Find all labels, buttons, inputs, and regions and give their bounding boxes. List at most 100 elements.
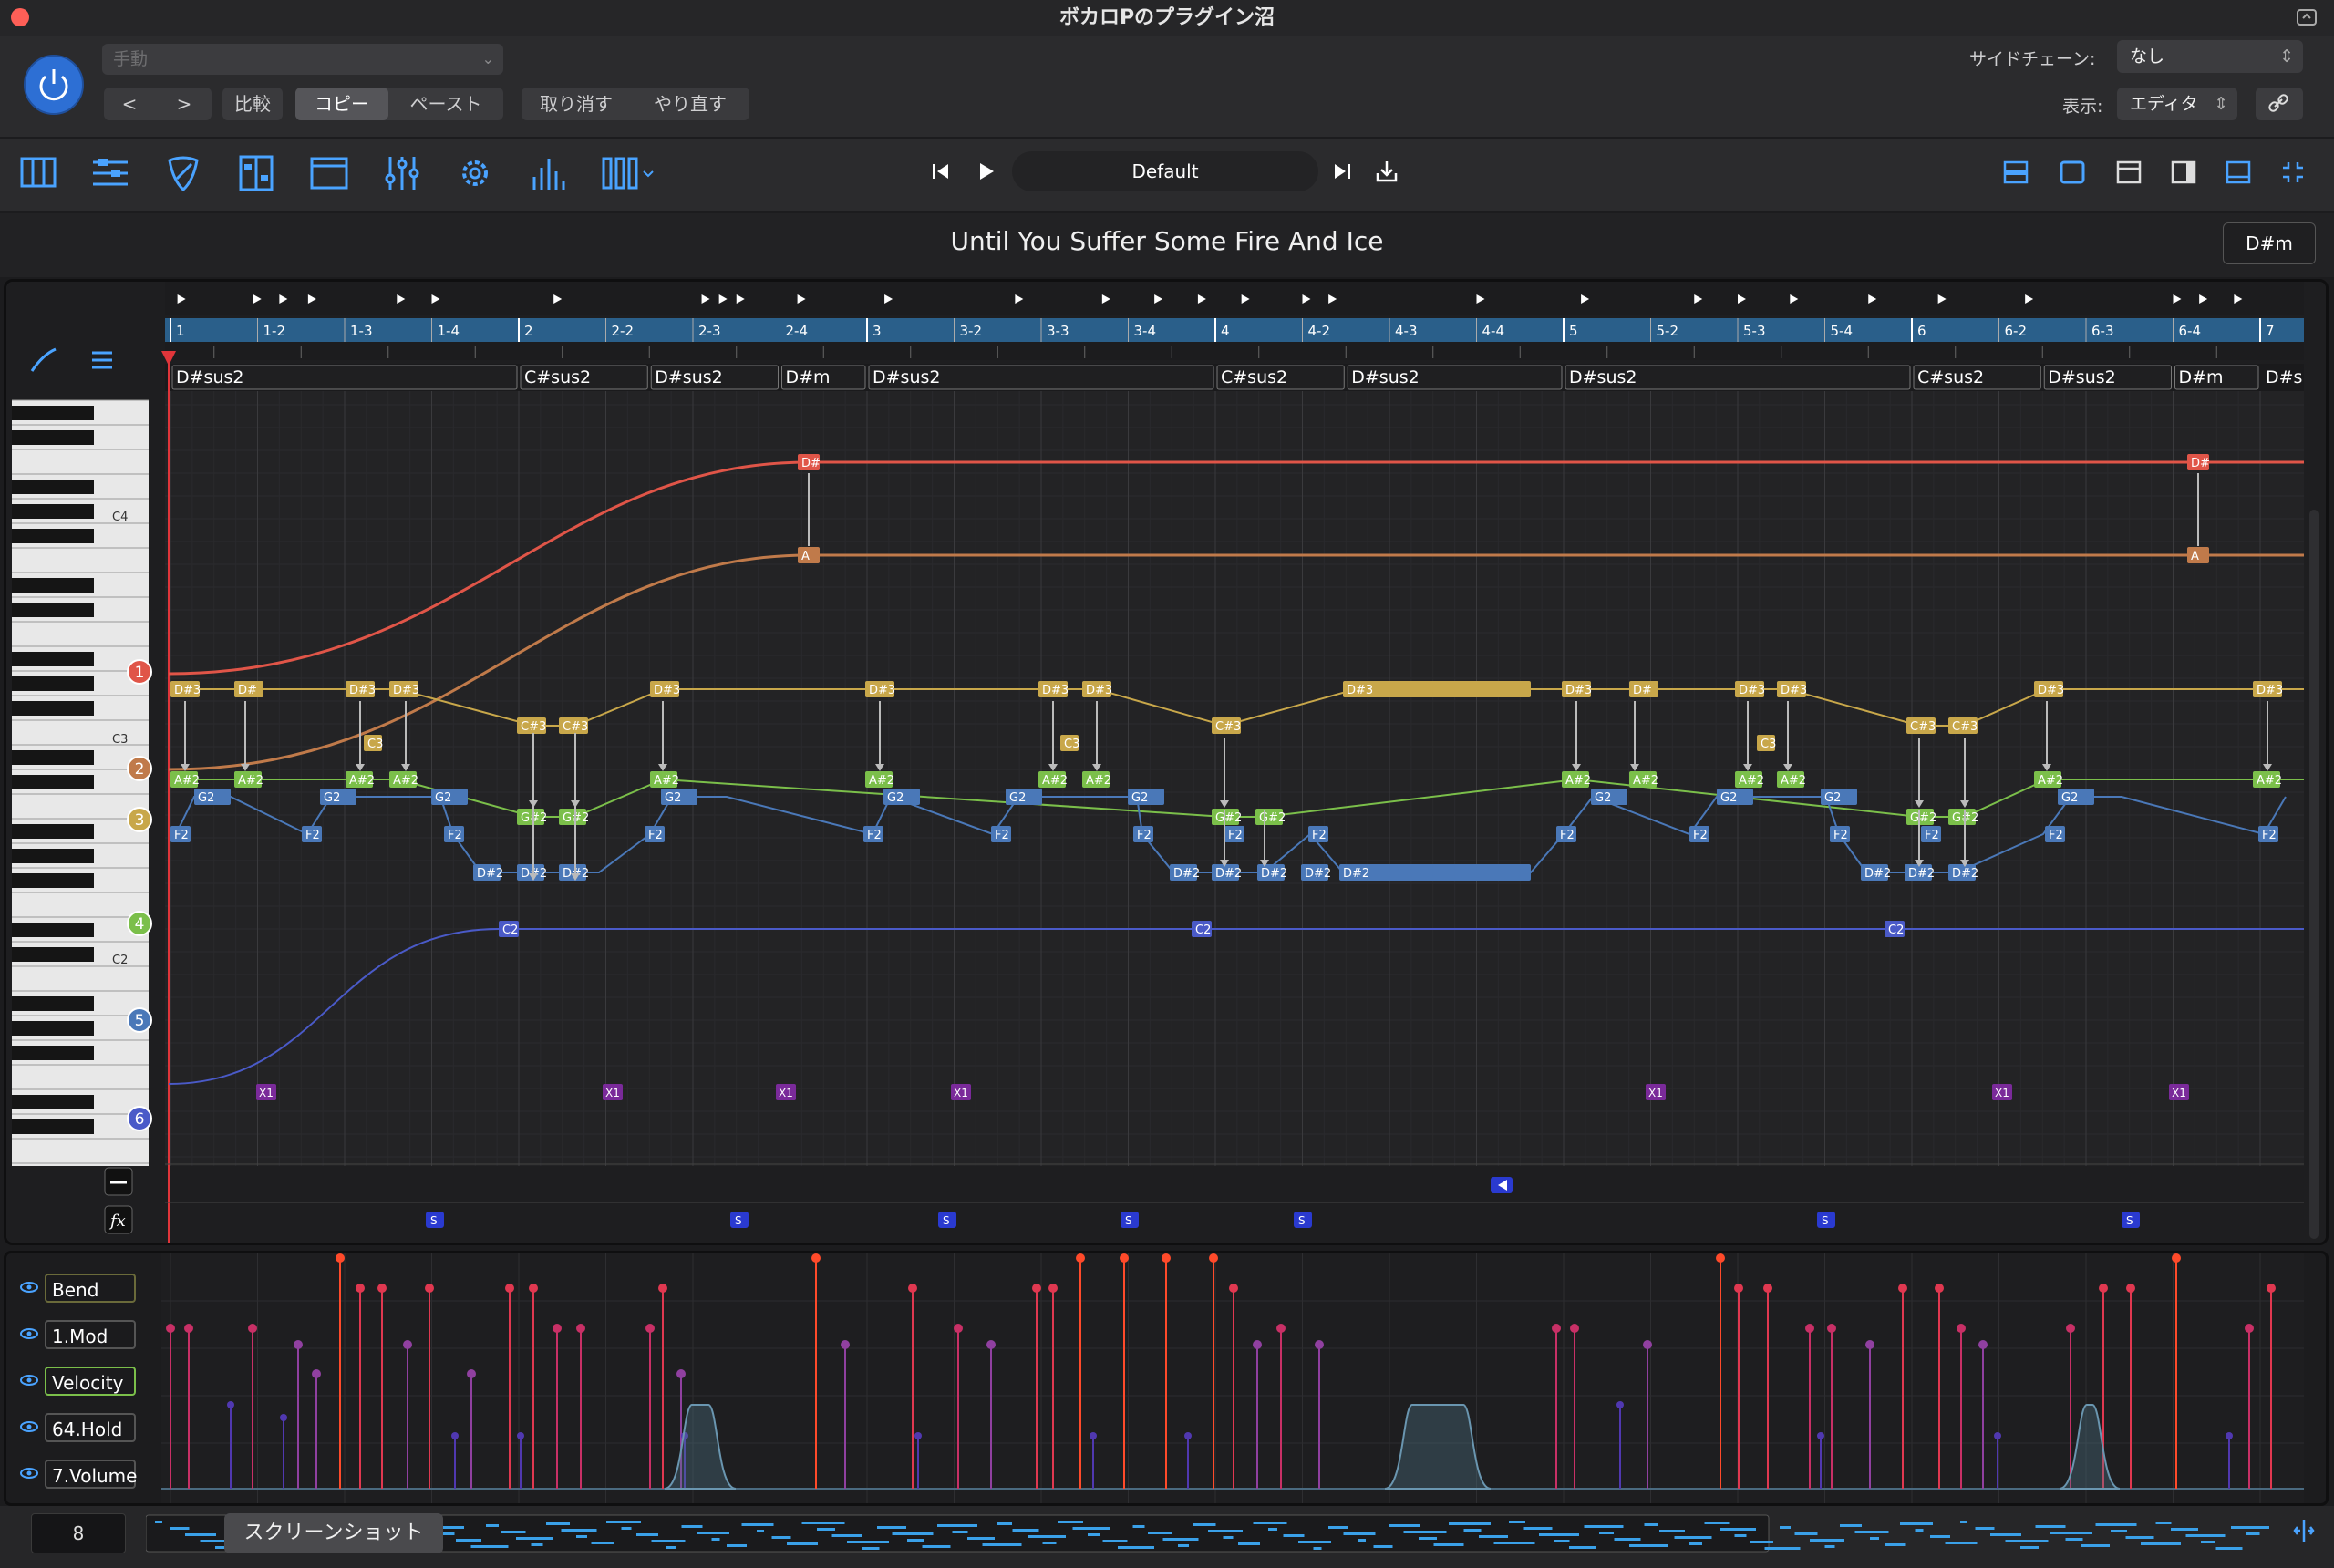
overview-minimap[interactable] [146,1513,2298,1553]
minimap-note [1824,1545,1835,1548]
snapshot-name[interactable]: Default [1012,151,1318,191]
velocity-dot [954,1324,963,1333]
eye-icon[interactable] [19,1467,39,1480]
note-label: D#3 [174,684,201,697]
preset-value: 手動 [113,49,149,69]
eye-icon[interactable] [19,1374,39,1387]
minimap-note [1028,1535,1066,1538]
chord-label: D#sus2 [1351,367,1419,387]
minimap-note [937,1524,977,1527]
minimap-note [561,1529,597,1532]
guitar-pick-icon[interactable] [162,153,204,193]
compare-button[interactable]: 比較 [222,88,283,120]
minimap-note [2095,1523,2137,1526]
minimap-note [1449,1522,1491,1525]
grid-sliders-icon[interactable] [235,153,277,193]
note-label: G2 [324,791,340,805]
minimap-note [516,1537,553,1540]
preset-select[interactable]: 手動 ⌄ [102,44,503,75]
undo-button[interactable]: 取り消す [522,88,631,120]
piano-roll-icon[interactable] [18,153,60,193]
note-label: A#2 [654,774,679,788]
note-label: D#3 [1739,684,1765,697]
black-key [12,406,94,420]
lane-velocity[interactable]: Velocity [45,1367,136,1396]
layout-bottom-icon[interactable] [2225,159,2252,186]
minimap-note [1208,1530,1243,1532]
eq-sliders-icon[interactable] [381,153,423,193]
compare-group: 比較 [222,88,283,120]
minimap-note [1674,1536,1712,1539]
layout-top-icon[interactable] [2002,159,2029,186]
skip-forward-icon[interactable] [1331,160,1353,182]
key-button[interactable]: D#m [2223,222,2316,264]
piano-roll-editor[interactable]: 1 1-2 1-3 1-4 2 2-2 2-3 2-4 3 3-2 3-3 3-4 4 4-2 4-3 4-4… [4,279,2329,1245]
paste-button[interactable]: ペースト [388,88,503,120]
collapse-icon[interactable] [2279,159,2307,186]
eye-icon[interactable] [19,1327,39,1340]
link-button[interactable] [2256,88,2303,120]
lane-mod[interactable]: 1.Mod [45,1320,136,1349]
note-label: D#3 [393,684,419,697]
note-label: A#2 [174,774,200,788]
eye-icon[interactable] [19,1420,39,1433]
lane-hold[interactable]: 64.Hold [45,1413,136,1442]
eye-icon[interactable] [19,1281,39,1294]
note-label: F2 [1925,829,1939,842]
minimap-note [741,1523,774,1526]
copy-button[interactable]: コピー [295,88,388,120]
next-preset-button[interactable]: > [159,88,210,120]
sidechain-select[interactable]: なし ⇕ [2117,40,2303,73]
ruler-label: 6-3 [2091,323,2114,339]
lane-bend[interactable]: Bend [45,1274,136,1303]
expand-icon[interactable] [2290,1517,2318,1544]
piano-roll-canvas[interactable]: 1 1-2 1-3 1-4 2 2-2 2-3 2-4 3 3-2 3-3 3-4 4 4-2 4-3 4-4… [6,282,2326,1243]
chord-label: D#m [2179,367,2224,387]
velocity-dot [1716,1253,1725,1263]
play-icon[interactable] [976,160,997,182]
download-icon[interactable] [1375,159,1399,184]
view-select[interactable]: エディタ ⇕ [2117,88,2237,120]
velocity-dot [658,1284,667,1293]
mod-dot [1994,1432,2001,1439]
layout-right-icon[interactable] [2170,159,2197,186]
chevron-down-icon: ⌄ [481,50,494,67]
note-label: C2 [502,923,518,937]
layout-full-icon[interactable] [2059,159,2086,186]
prev-preset-button[interactable]: < [104,88,155,120]
note-label: G#2 [1259,811,1286,825]
bar-graph-icon[interactable] [527,153,569,193]
zoom-field[interactable]: 8 [31,1513,126,1553]
black-key [12,947,94,962]
redo-button[interactable]: やり直す [635,88,745,120]
velocity-dot [2099,1284,2108,1293]
lane-volume[interactable]: 7.Volume [45,1460,137,1489]
columns-menu-icon[interactable] [600,153,660,193]
minimap-note [1599,1532,1614,1534]
note-label: C3 [1761,738,1776,751]
minimap-note [1419,1537,1437,1540]
minimap-note [1900,1522,1933,1525]
controller-lane-canvas[interactable] [6,1253,2326,1503]
skip-back-icon[interactable] [930,160,952,182]
minimap-note [982,1543,1022,1546]
minimap-note [1554,1540,1570,1542]
mixer-sliders-icon[interactable] [89,153,131,193]
voice-number: 1 [135,664,145,682]
note-label: A#2 [2257,774,2282,788]
minimap-note [2231,1526,2269,1529]
window-panel-icon[interactable] [308,153,350,193]
gear-icon[interactable] [454,153,496,193]
preset-nav-group: < > [104,88,212,120]
power-button[interactable] [24,55,84,115]
note-label: F2 [1560,829,1575,842]
note-label: C2 [1888,923,1904,937]
layout-header-icon[interactable] [2115,159,2143,186]
black-key [12,775,94,789]
window-icon[interactable] [2296,7,2318,27]
note-label: D#3 [2257,684,2283,697]
velocity-dot [184,1324,193,1333]
ruler-label: 3-2 [960,323,983,339]
velocity-dot [1827,1324,1836,1333]
ruler-label: 6-4 [2179,323,2202,339]
